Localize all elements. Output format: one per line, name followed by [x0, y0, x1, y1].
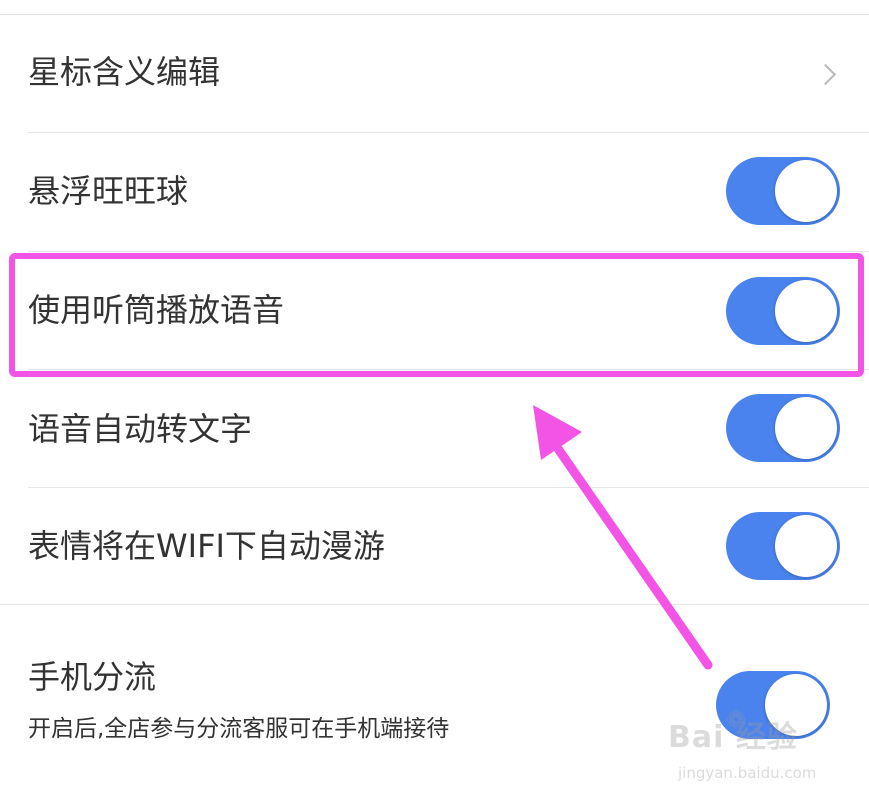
annotation-arrow-icon [533, 405, 713, 670]
